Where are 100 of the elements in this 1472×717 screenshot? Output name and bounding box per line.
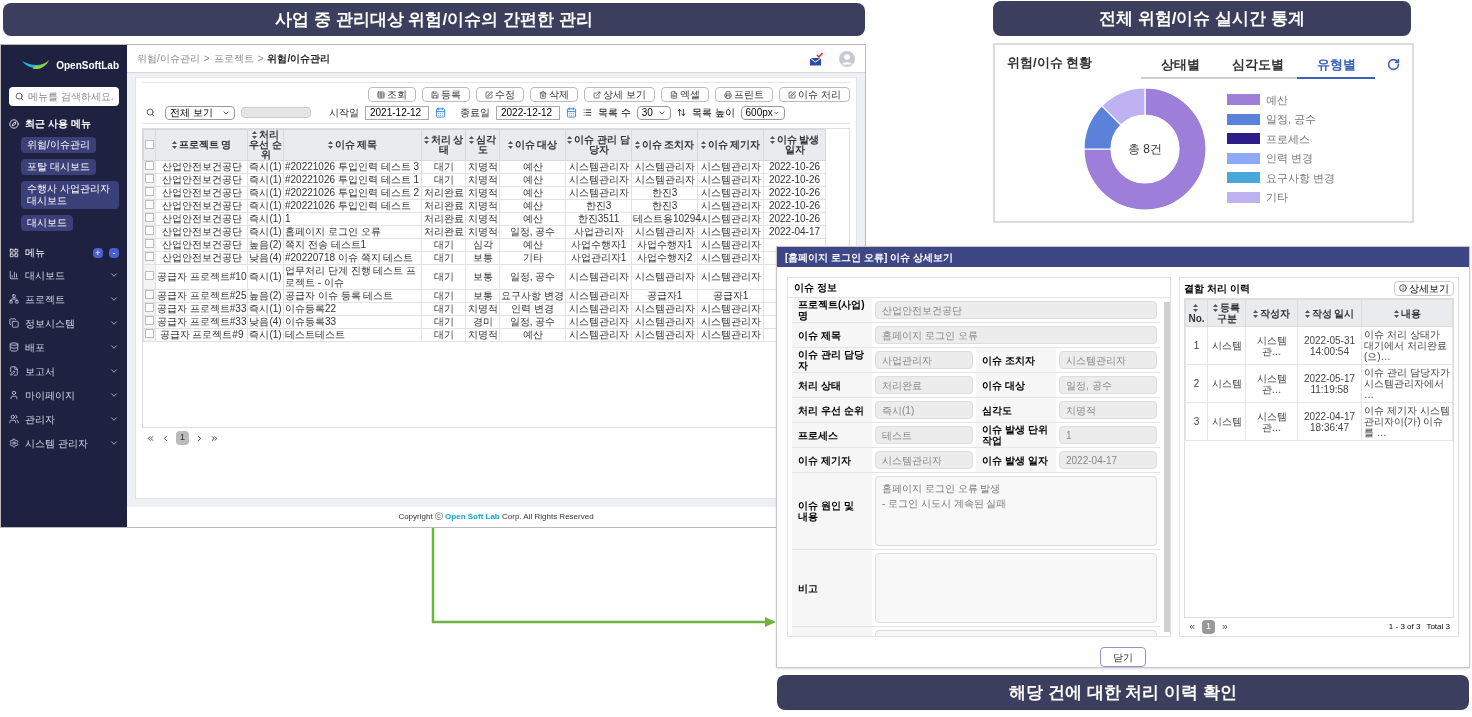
menu-item[interactable]: 시스템 관리자 bbox=[25, 435, 103, 451]
column-header[interactable]: 처리 우선 순위 bbox=[247, 129, 284, 161]
column-header[interactable]: 작성자 bbox=[1245, 299, 1298, 327]
table-cell: 사업관리자1 bbox=[565, 251, 632, 265]
chevron-down-icon[interactable] bbox=[109, 366, 119, 376]
toolbar-button[interactable]: 상세 보기 bbox=[584, 87, 656, 102]
calendar-icon[interactable] bbox=[566, 107, 577, 118]
row-checkbox[interactable] bbox=[145, 303, 154, 312]
column-header[interactable]: 프로젝트 명 bbox=[155, 129, 248, 161]
expand-all-button[interactable]: + bbox=[93, 247, 103, 258]
breadcrumb-link[interactable]: 프로젝트 bbox=[213, 51, 254, 66]
chevron-down-icon[interactable] bbox=[109, 318, 119, 328]
table-cell: 시스템관리자 bbox=[631, 173, 698, 187]
text-area[interactable]: 홈페이지 로그인 오류 발생 - 로그인 시도시 계속된 실패 bbox=[875, 476, 1157, 546]
chevron-down-icon[interactable] bbox=[109, 438, 119, 448]
next-page-icon[interactable] bbox=[1221, 623, 1229, 631]
mail-check-icon[interactable] bbox=[809, 51, 823, 66]
chevron-down-icon[interactable] bbox=[109, 414, 119, 424]
table-cell: #20221026 투입인력 테스트 3 bbox=[283, 160, 422, 174]
chevron-down-icon[interactable] bbox=[109, 390, 119, 400]
field-label: 처리 우선 순위 bbox=[798, 404, 864, 416]
recent-menu-chip[interactable]: 위험/이슈관리 bbox=[21, 137, 96, 153]
refresh-icon[interactable] bbox=[1387, 57, 1400, 71]
table-cell: 사업수행자2 bbox=[631, 251, 698, 265]
page-button[interactable]: 1 bbox=[176, 431, 189, 445]
table-cell: 즉시(1) bbox=[247, 212, 284, 226]
chevron-down-icon[interactable] bbox=[109, 270, 119, 280]
toolbar-button[interactable]: 조회 bbox=[368, 87, 417, 102]
end-date-field[interactable]: 2022-12-12 bbox=[496, 105, 560, 120]
column-header[interactable]: 처리 상태 bbox=[421, 129, 466, 161]
chevron-down-icon[interactable] bbox=[109, 342, 119, 352]
table-cell: 시스템관리자 bbox=[631, 160, 698, 174]
row-checkbox[interactable] bbox=[145, 226, 154, 235]
select-all-checkbox[interactable] bbox=[145, 139, 154, 149]
menu-item[interactable]: 마이페이지 bbox=[25, 387, 103, 403]
list-height-select[interactable]: 600px bbox=[740, 105, 785, 120]
table-cell: 치명적 bbox=[465, 212, 500, 226]
menu-item[interactable]: 프로젝트 bbox=[25, 291, 103, 307]
column-header[interactable]: 심각도 bbox=[465, 129, 500, 161]
menu-item[interactable]: 보고서 bbox=[25, 363, 103, 379]
breadcrumb-link[interactable]: 위험/이슈관리 bbox=[137, 51, 200, 66]
column-header[interactable]: 이슈 제기자 bbox=[697, 129, 764, 161]
view-select[interactable]: 전체 보기 bbox=[165, 105, 235, 120]
column-header[interactable]: 이슈 조치자 bbox=[631, 129, 698, 161]
row-checkbox[interactable] bbox=[145, 271, 154, 280]
toolbar-button[interactable]: 엑셀 bbox=[661, 87, 710, 102]
toolbar-button[interactable]: 프린트 bbox=[715, 87, 774, 102]
table-cell: 치명적 bbox=[465, 302, 500, 316]
tab[interactable]: 유형별 bbox=[1297, 55, 1375, 79]
column-header[interactable]: 내용 bbox=[1361, 299, 1453, 327]
menu-item[interactable]: 관리자 bbox=[25, 411, 103, 427]
start-date-field[interactable]: 2021-12-12 bbox=[365, 105, 429, 120]
tab[interactable]: 상태별 bbox=[1141, 55, 1219, 79]
row-checkbox[interactable] bbox=[145, 290, 154, 299]
column-header[interactable]: 이슈 발생 일자 bbox=[763, 129, 826, 161]
first-page-icon[interactable] bbox=[146, 433, 155, 443]
table-cell: #20221026 투입인력 테스트 1 bbox=[283, 173, 422, 187]
menu-search-field[interactable]: 메뉴를 검색하세요. bbox=[9, 87, 119, 106]
row-checkbox[interactable] bbox=[145, 329, 154, 338]
column-header[interactable]: 이슈 제목 bbox=[283, 129, 422, 161]
row-count-select[interactable]: 30 bbox=[636, 105, 671, 120]
table-cell: 대기 bbox=[421, 238, 466, 252]
calendar-icon[interactable] bbox=[435, 107, 446, 118]
toolbar-button[interactable]: 이슈 처리 bbox=[779, 87, 850, 102]
toolbar-button[interactable]: 등록 bbox=[422, 87, 471, 102]
menu-item[interactable]: 대시보드 bbox=[25, 267, 103, 283]
previous-page-icon[interactable] bbox=[161, 433, 170, 443]
toolbar-button[interactable]: 수정 bbox=[476, 87, 525, 102]
next-page-icon[interactable] bbox=[195, 433, 204, 443]
row-checkbox[interactable] bbox=[145, 252, 154, 261]
previous-page-icon[interactable] bbox=[1188, 623, 1196, 631]
row-checkbox[interactable] bbox=[145, 239, 154, 248]
menu-item[interactable]: 배포 bbox=[25, 339, 103, 355]
column-header[interactable]: 등록 구분 bbox=[1207, 299, 1246, 327]
close-button[interactable]: 닫기 bbox=[1100, 647, 1146, 667]
column-header[interactable]: 작성 일시 bbox=[1297, 299, 1362, 327]
row-checkbox[interactable] bbox=[145, 200, 154, 209]
row-checkbox[interactable] bbox=[145, 161, 154, 170]
collapse-all-button[interactable]: - bbox=[109, 247, 119, 258]
row-checkbox[interactable] bbox=[145, 213, 154, 222]
caption-banner: 사업 중 관리대상 위험/이슈의 간편한 관리 bbox=[3, 3, 865, 36]
row-checkbox[interactable] bbox=[145, 316, 154, 325]
column-header[interactable]: 이슈 관리 담당자 bbox=[565, 129, 632, 161]
row-checkbox[interactable] bbox=[145, 174, 154, 183]
table-cell: 사업수행자1 bbox=[565, 238, 632, 252]
tab[interactable]: 심각도별 bbox=[1219, 55, 1297, 79]
search-icon bbox=[146, 108, 155, 117]
recent-menu-chip[interactable]: 수행사 사업관리자 대시보드 bbox=[21, 181, 119, 209]
keyword-field[interactable] bbox=[241, 107, 311, 118]
recent-menu-chip[interactable]: 포탈 대시보드 bbox=[21, 159, 96, 175]
column-header[interactable]: No. bbox=[1185, 299, 1208, 327]
detail-view-button[interactable]: 상세보기 bbox=[1394, 280, 1454, 296]
table-cell: 시스템관리자 bbox=[697, 160, 764, 174]
row-checkbox[interactable] bbox=[145, 187, 154, 196]
chevron-down-icon[interactable] bbox=[109, 294, 119, 304]
last-page-icon[interactable] bbox=[210, 433, 219, 443]
column-header[interactable]: 이슈 대상 bbox=[499, 129, 566, 161]
recent-menu-chip[interactable]: 대시보드 bbox=[21, 215, 73, 231]
toolbar-button[interactable]: 삭제 bbox=[530, 87, 579, 102]
menu-item[interactable]: 정보시스템 bbox=[25, 315, 103, 331]
